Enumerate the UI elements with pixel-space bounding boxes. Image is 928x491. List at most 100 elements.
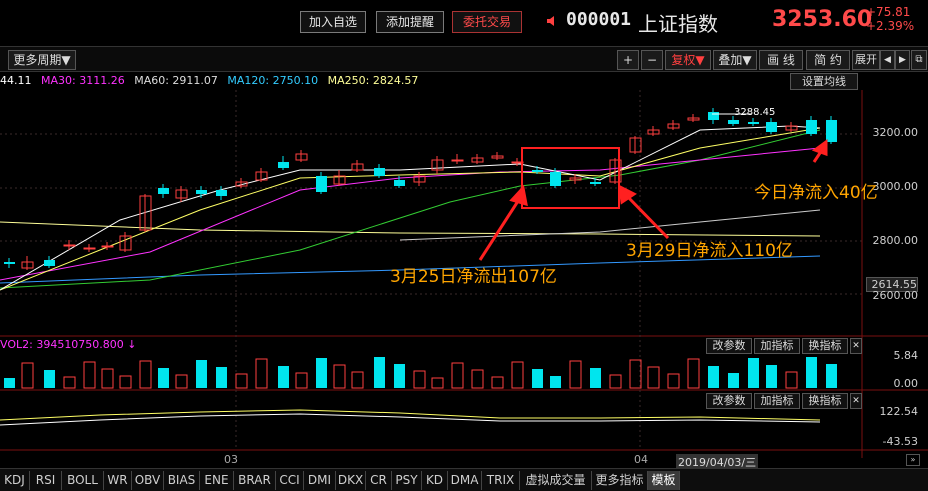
tab-9[interactable]: DMI xyxy=(304,471,336,490)
tab-5[interactable]: BIAS xyxy=(164,471,200,490)
volume-bar xyxy=(101,368,114,389)
volume-bar xyxy=(139,360,152,389)
tab-11[interactable]: CR xyxy=(366,471,392,490)
volume-bar xyxy=(647,366,660,389)
candle xyxy=(4,262,15,264)
osc-close-icon[interactable]: ✕ xyxy=(850,393,862,409)
zoom-in-button[interactable]: + xyxy=(617,50,639,70)
volume-bar xyxy=(44,370,55,388)
vol-params-button[interactable]: 改参数 xyxy=(706,338,752,354)
tab-0[interactable]: KDJ xyxy=(0,471,30,490)
volume-bar xyxy=(175,374,188,389)
ma-settings-button[interactable]: 设置均线 xyxy=(790,73,858,90)
volume-bar xyxy=(590,368,601,388)
vol-y-zero: 0.00 xyxy=(893,377,919,390)
vol-add-indicator-button[interactable]: 加指标 xyxy=(754,338,800,354)
tab-8[interactable]: CCI xyxy=(276,471,304,490)
ma30-value: MA30: 3111.26 xyxy=(41,74,125,87)
tab-14[interactable]: DMA xyxy=(448,471,482,490)
volume-bar xyxy=(806,357,817,388)
osc-swap-indicator-button[interactable]: 换指标 xyxy=(802,393,848,409)
volume-bar xyxy=(255,358,268,389)
volume-bar xyxy=(394,364,405,388)
stock-code: 000001 xyxy=(566,9,632,30)
chart-toolbar: 更多周期▼ + − 复权▼ 叠加▼ 画 线 简 约 展开 ◀ ▶ ⧉ xyxy=(0,46,928,72)
tab-13[interactable]: KD xyxy=(422,471,448,490)
vol-label: VOL2: 394510750.800 ↓ xyxy=(0,338,137,351)
period-dropdown[interactable]: 更多周期▼ xyxy=(8,50,76,70)
expand-button[interactable]: 展开 xyxy=(852,50,880,70)
prev-arrow-icon[interactable]: ◀ xyxy=(880,50,895,70)
candle xyxy=(44,260,55,266)
tab-18[interactable]: 模板 xyxy=(648,471,680,490)
ma250-line xyxy=(0,221,821,237)
scroll-right-icon[interactable]: » xyxy=(906,454,920,466)
tab-6[interactable]: ENE xyxy=(200,471,234,490)
volume-bar xyxy=(569,360,582,389)
tab-16[interactable]: 虚拟成交量 xyxy=(520,471,592,490)
tab-10[interactable]: DKX xyxy=(336,471,366,490)
simple-mode-button[interactable]: 简 约 xyxy=(806,50,850,70)
vol-close-icon[interactable]: ✕ xyxy=(850,338,862,354)
kline-chart[interactable]: 3200.00 3000.00 2800.00 2614.55 2600.00 … xyxy=(0,90,928,458)
volume-bar xyxy=(550,376,561,388)
fuquan-dropdown[interactable]: 复权▼ xyxy=(665,50,711,70)
candle xyxy=(451,159,464,162)
osc-y-top: 122.54 xyxy=(879,405,919,418)
candle xyxy=(196,190,207,194)
volume-bar xyxy=(374,357,385,388)
tab-12[interactable]: PSY xyxy=(392,471,422,490)
zoom-out-button[interactable]: − xyxy=(641,50,663,70)
tab-15[interactable]: TRIX xyxy=(482,471,520,490)
volume-bar xyxy=(235,373,248,389)
volume-bar xyxy=(748,358,759,388)
candle xyxy=(278,162,289,168)
ma-legend: 44.11 MA30: 3111.26 MA60: 2911.07 MA120:… xyxy=(0,72,928,90)
trade-button[interactable]: 委托交易 xyxy=(452,11,522,33)
stock-change: +75.81 +2.39% xyxy=(866,5,914,33)
volume-bar xyxy=(451,362,464,389)
next-arrow-icon[interactable]: ▶ xyxy=(895,50,910,70)
volume-bar xyxy=(21,362,34,389)
volume-bar xyxy=(471,369,484,389)
speaker-icon[interactable] xyxy=(545,14,559,28)
volume-bar xyxy=(196,360,207,388)
tab-3[interactable]: WR xyxy=(104,471,132,490)
high-marker: 3288.45 xyxy=(734,107,776,118)
vol-swap-indicator-button[interactable]: 换指标 xyxy=(802,338,848,354)
volume-bar xyxy=(119,375,132,389)
candle xyxy=(316,176,327,192)
tab-7[interactable]: BRAR xyxy=(234,471,276,490)
draw-line-button[interactable]: 画 线 xyxy=(759,50,803,70)
volume-bar xyxy=(766,365,777,388)
osc-params-button[interactable]: 改参数 xyxy=(706,393,752,409)
candle xyxy=(532,170,543,172)
candle xyxy=(550,172,561,186)
add-alert-button[interactable]: 添加提醒 xyxy=(376,11,444,33)
tab-4[interactable]: OBV xyxy=(132,471,164,490)
annotation-mar25: 3月25日净流出107亿 xyxy=(390,267,557,287)
ma120-value: MA120: 2750.10 xyxy=(227,74,319,87)
volume-bar xyxy=(491,376,504,389)
volume-bar xyxy=(609,374,622,389)
volume-bar xyxy=(63,376,76,389)
x-label-april: 04 xyxy=(634,453,648,466)
add-watchlist-button[interactable]: 加入自选 xyxy=(300,11,366,33)
overlay-dropdown[interactable]: 叠加▼ xyxy=(713,50,757,70)
candle xyxy=(374,168,385,176)
tab-2[interactable]: BOLL xyxy=(62,471,104,490)
ma60-value: MA60: 2911.07 xyxy=(134,74,218,87)
tab-1[interactable]: RSI xyxy=(30,471,62,490)
candle xyxy=(708,112,719,120)
y-label-3200: 3200.00 xyxy=(872,126,919,139)
candle xyxy=(826,120,837,142)
restore-window-icon[interactable]: ⧉ xyxy=(911,50,927,70)
volume-bar xyxy=(333,364,346,389)
vol-y-top: 5.84 xyxy=(893,349,919,362)
tab-17[interactable]: 更多指标 xyxy=(592,471,648,490)
volume-bar xyxy=(351,371,364,389)
change-value: +75.81 xyxy=(866,5,911,19)
osc-line-2 xyxy=(0,413,821,426)
osc-add-indicator-button[interactable]: 加指标 xyxy=(754,393,800,409)
volume-bar xyxy=(316,358,327,388)
